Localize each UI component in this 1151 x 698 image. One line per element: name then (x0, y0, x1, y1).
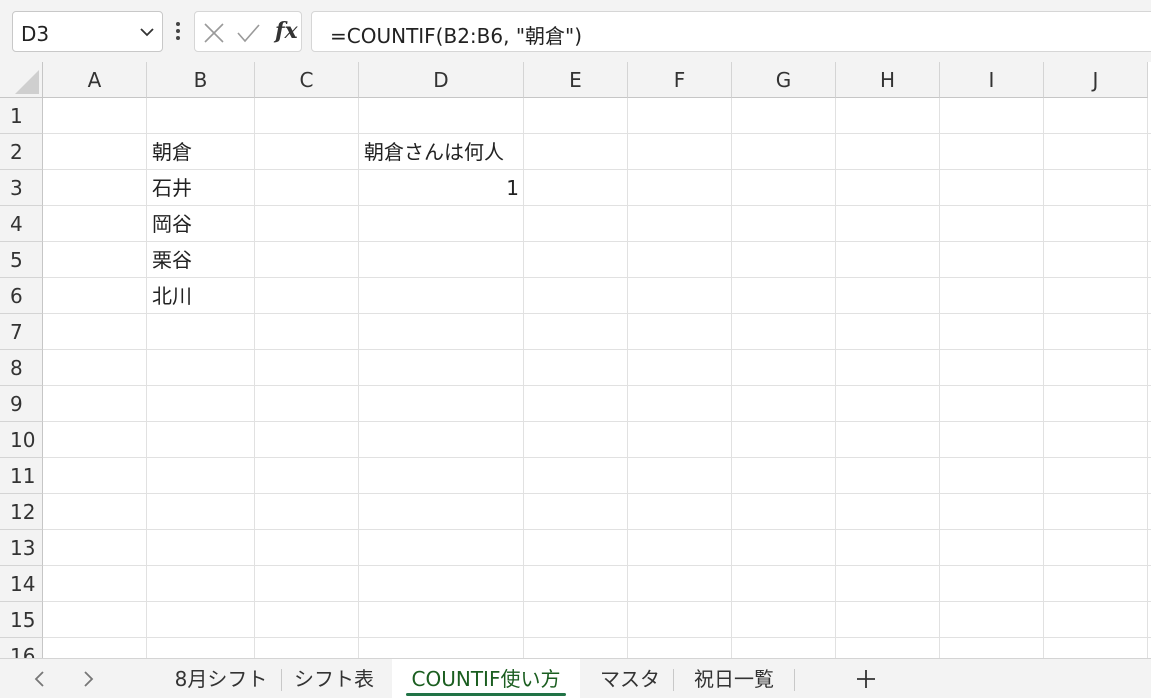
formula-input[interactable]: =COUNTIF(B2:B6, "朝倉") (311, 11, 1151, 52)
column-header-h[interactable]: H (836, 62, 940, 98)
gridline (43, 457, 1151, 458)
tab-divider (281, 669, 282, 691)
gridline (43, 601, 1151, 602)
name-box-value: D3 (21, 22, 50, 46)
row-header-7[interactable]: 7 (0, 314, 43, 350)
chevron-down-icon[interactable] (138, 23, 156, 41)
tab-divider (794, 669, 795, 691)
add-sheet-icon[interactable] (850, 663, 882, 695)
cell-b3[interactable]: 石井 (147, 170, 255, 206)
cell-d2[interactable]: 朝倉さんは何人 (359, 134, 524, 170)
row-header-15[interactable]: 15 (0, 602, 43, 638)
tab-divider (673, 669, 674, 691)
sheet-tab-shukujitsu[interactable]: 祝日一覧 (680, 659, 788, 698)
cell-b5[interactable]: 栗谷 (147, 242, 255, 278)
column-header-a[interactable]: A (43, 62, 147, 98)
gridline (43, 349, 1151, 350)
column-header-e[interactable]: E (524, 62, 628, 98)
row-header-8[interactable]: 8 (0, 350, 43, 386)
row-header-12[interactable]: 12 (0, 494, 43, 530)
row-header-3[interactable]: 3 (0, 170, 43, 206)
column-header-b[interactable]: B (147, 62, 255, 98)
gridline (43, 493, 1151, 494)
row-header-16[interactable]: 16 (0, 638, 43, 658)
row-header-5[interactable]: 5 (0, 242, 43, 278)
sheet-tab-label: 8月シフト (174, 667, 268, 691)
column-header-j[interactable]: J (1044, 62, 1148, 98)
select-all-triangle-icon (15, 70, 39, 94)
gridline (43, 385, 1151, 386)
column-header-d[interactable]: D (359, 62, 524, 98)
sheet-tab-shift-hyo[interactable]: シフト表 (286, 659, 382, 698)
row-header-13[interactable]: 13 (0, 530, 43, 566)
cell-d3[interactable]: 1 (359, 170, 524, 206)
column-header-f[interactable]: F (628, 62, 732, 98)
gridline (43, 565, 1151, 566)
row-header-11[interactable]: 11 (0, 458, 43, 494)
cell-b2[interactable]: 朝倉 (147, 134, 255, 170)
row-header-10[interactable]: 10 (0, 422, 43, 458)
row-header-6[interactable]: 6 (0, 278, 43, 314)
column-header-i[interactable]: I (940, 62, 1044, 98)
row-header-2[interactable]: 2 (0, 134, 43, 170)
gridline (43, 637, 1151, 638)
gridline (939, 98, 940, 658)
cell-b4[interactable]: 岡谷 (147, 206, 255, 242)
gridline (43, 529, 1151, 530)
sheet-tab-label: シフト表 (294, 667, 374, 691)
chevron-right-icon[interactable] (76, 667, 100, 691)
sheet-tab-countif[interactable]: COUNTIF使い方 (392, 659, 580, 698)
row-header-1[interactable]: 1 (0, 98, 43, 134)
sheet-tab-label: マスタ (600, 667, 660, 691)
name-box[interactable]: D3 (12, 11, 163, 52)
formula-bar-area: D3 fx =COUNTIF(B2:B6, "朝倉") (0, 0, 1151, 62)
row-header-14[interactable]: 14 (0, 566, 43, 602)
formula-text: =COUNTIF(B2:B6, "朝倉") (330, 24, 583, 48)
gridline (1147, 98, 1148, 658)
formula-actions: fx (194, 11, 302, 52)
select-all-corner[interactable] (0, 62, 43, 98)
column-header-g[interactable]: G (732, 62, 836, 98)
cancel-icon[interactable] (201, 20, 227, 46)
column-header-c[interactable]: C (255, 62, 359, 98)
gridline (1043, 98, 1044, 658)
gridline (627, 98, 628, 658)
sheet-tab-masta[interactable]: マスタ (592, 659, 668, 698)
active-tab-underline (406, 693, 566, 696)
row-header-9[interactable]: 9 (0, 386, 43, 422)
confirm-check-icon[interactable] (235, 20, 261, 46)
sheet-tab-8gatsu-shift[interactable]: 8月シフト (166, 659, 276, 698)
cell-b6[interactable]: 北川 (147, 278, 255, 314)
insert-function-icon[interactable]: fx (275, 18, 298, 44)
spreadsheet-grid: A B C D E F G H I J 1 2 3 4 5 6 7 8 9 10… (0, 62, 1151, 658)
sheet-tab-label: 祝日一覧 (694, 667, 774, 691)
gridline (835, 98, 836, 658)
chevron-left-icon[interactable] (28, 667, 52, 691)
more-options-icon[interactable] (170, 16, 186, 46)
sheet-tab-label: COUNTIF使い方 (411, 667, 561, 691)
gridline (731, 98, 732, 658)
sheet-tab-bar: 8月シフト シフト表 COUNTIF使い方 マスタ 祝日一覧 (0, 658, 1151, 698)
gridline (43, 421, 1151, 422)
row-header-4[interactable]: 4 (0, 206, 43, 242)
